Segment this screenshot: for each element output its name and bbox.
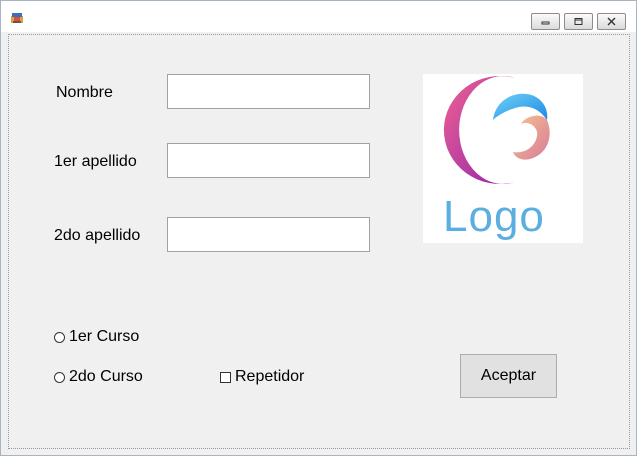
curso1-label: 1er Curso <box>69 328 140 345</box>
apellido1-label: 1er apellido <box>54 153 137 170</box>
curso1-radio[interactable]: 1er Curso <box>54 328 139 346</box>
minimize-icon <box>541 21 550 24</box>
curso2-radio[interactable]: 2do Curso <box>54 368 143 386</box>
repetidor-label: Repetidor <box>235 368 305 385</box>
nombre-label: Nombre <box>56 84 113 101</box>
minimize-button[interactable] <box>531 13 560 30</box>
main-window: Nombre 1er apellido 2do apellido Logo 1e… <box>0 0 637 456</box>
radio-circle-icon <box>54 371 65 383</box>
app-icon <box>11 13 23 23</box>
nombre-input[interactable] <box>167 74 370 109</box>
close-icon <box>607 17 616 26</box>
restore-icon <box>574 18 583 25</box>
checkbox-square-icon <box>220 371 231 383</box>
apellido2-input[interactable] <box>167 217 370 252</box>
logo-text: Logo <box>443 192 545 241</box>
aceptar-button[interactable]: Aceptar <box>460 354 557 398</box>
repetidor-checkbox[interactable]: Repetidor <box>220 368 304 386</box>
apellido1-input[interactable] <box>167 143 370 178</box>
restore-button[interactable] <box>564 13 593 30</box>
curso2-label: 2do Curso <box>69 368 143 385</box>
title-bar[interactable] <box>1 1 636 32</box>
close-button[interactable] <box>597 13 626 30</box>
logo-picture: Logo <box>423 74 583 243</box>
apellido2-label: 2do apellido <box>54 227 141 244</box>
radio-circle-icon <box>54 331 65 343</box>
logo-icon <box>443 76 550 184</box>
